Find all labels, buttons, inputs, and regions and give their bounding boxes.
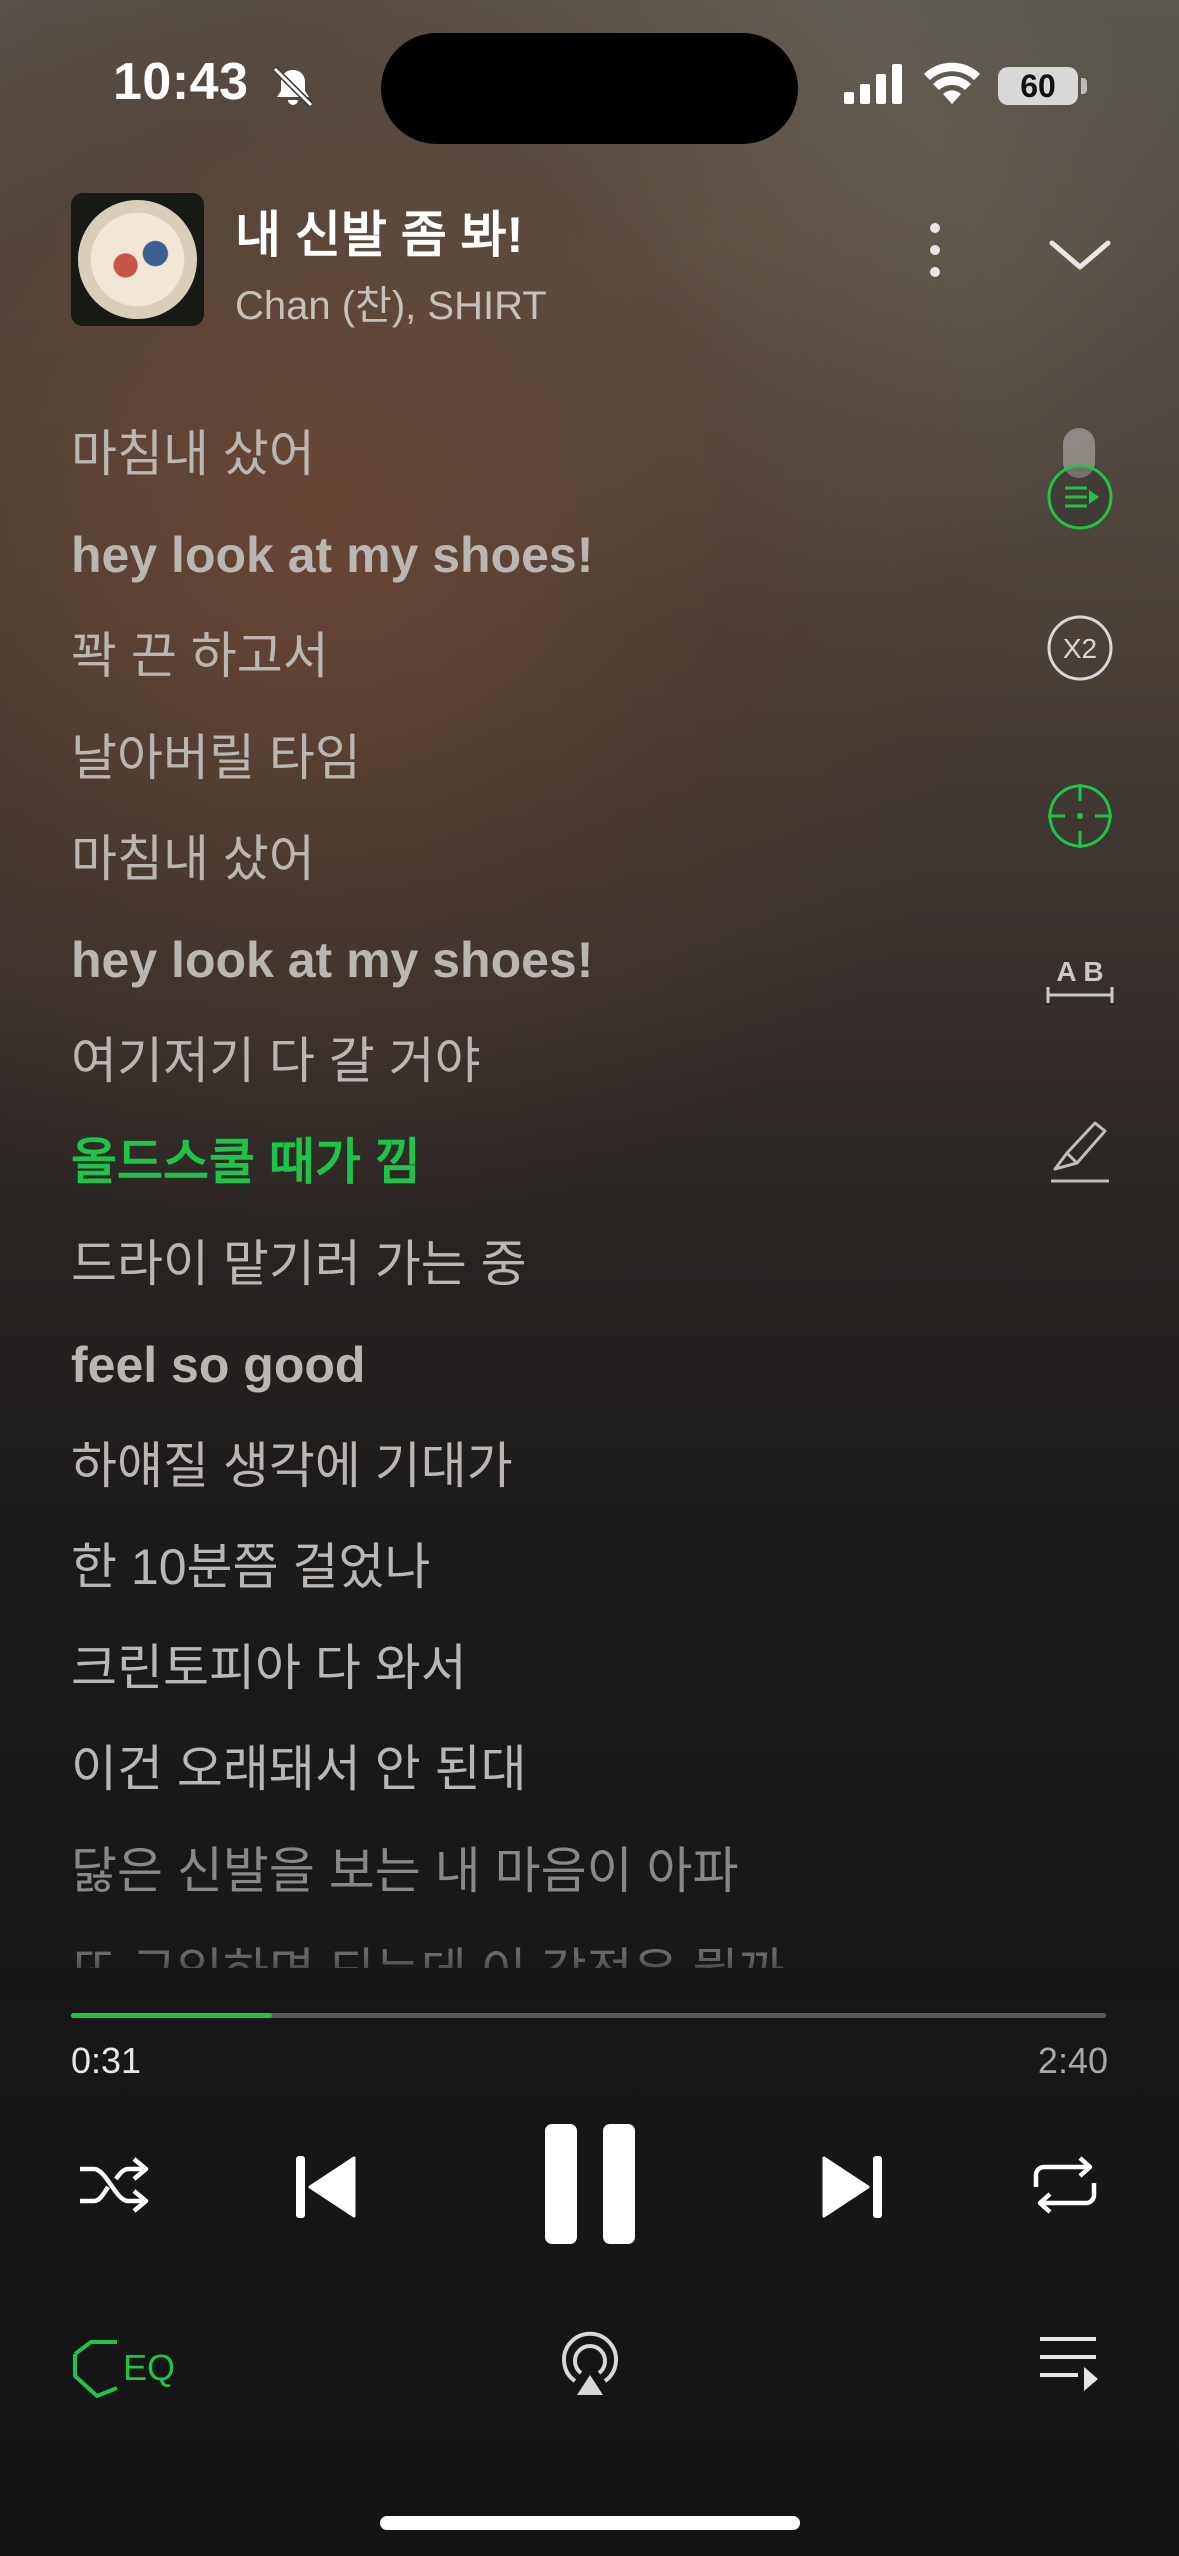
lyric-line[interactable]: 마침내 샀어	[71, 420, 971, 521]
translate-label: A B	[1056, 956, 1103, 987]
more-options-icon[interactable]	[910, 210, 960, 290]
battery-cap	[1081, 78, 1087, 94]
status-time: 10:43	[113, 53, 249, 111]
lyric-line[interactable]: 마침내 샀어	[71, 825, 971, 926]
dynamic-island	[381, 33, 798, 144]
pause-icon[interactable]	[545, 2124, 635, 2244]
shuffle-icon[interactable]	[76, 2155, 152, 2215]
next-track-icon[interactable]	[820, 2152, 884, 2222]
chevron-down-icon[interactable]	[1040, 225, 1120, 285]
playlist-queue-icon[interactable]	[1036, 2333, 1102, 2395]
lyric-line[interactable]: 한 10분쯤 걸었나	[71, 1533, 971, 1634]
previous-track-icon[interactable]	[294, 2152, 358, 2222]
lyrics-list[interactable]: 마침내 샀어 hey look at my shoes! 꽉 끈 하고서 날아버…	[71, 420, 971, 2039]
equalizer-button[interactable]: EQ	[71, 2330, 175, 2400]
speed-x2-icon[interactable]: X2	[1045, 613, 1115, 683]
speed-label: X2	[1063, 633, 1097, 664]
song-artist[interactable]: Chan (찬), SHIRT	[235, 273, 547, 331]
speaker-icon	[73, 2340, 118, 2398]
current-time: 0:31	[71, 2040, 142, 2081]
lyric-line[interactable]: 날아버릴 타임	[71, 724, 971, 825]
lyric-line[interactable]: hey look at my shoes!	[71, 521, 971, 622]
progress-fill	[71, 2013, 272, 2018]
lyric-line[interactable]: feel so good	[71, 1331, 971, 1432]
lyric-line-current[interactable]: 올드스쿨 때가 낌	[71, 1128, 971, 1229]
airplay-icon[interactable]	[555, 2327, 625, 2397]
home-indicator[interactable]	[380, 2516, 800, 2530]
wifi-icon	[924, 62, 980, 104]
duration: 2:40	[1037, 2040, 1108, 2081]
lyric-line[interactable]: 꽉 끈 하고서	[71, 622, 971, 723]
album-art[interactable]	[71, 193, 204, 326]
lyric-line[interactable]: 크린토피아 다 와서	[71, 1634, 971, 1735]
song-title: 내 신발 좀 봐!	[235, 207, 524, 263]
silent-mode-icon	[272, 66, 314, 108]
eq-label: EQ	[123, 2347, 176, 2388]
lyric-line[interactable]: hey look at my shoes!	[71, 926, 971, 1027]
lyric-line[interactable]: 드라이 맡기러 가는 중	[71, 1230, 971, 1331]
lyric-line[interactable]: 닳은 신발을 보는 내 마음이 아파	[71, 1837, 971, 1938]
lyric-line[interactable]: 하얘질 생각에 기대가	[71, 1432, 971, 1533]
translation-toggle-icon[interactable]: A B	[1045, 947, 1115, 1017]
cellular-signal-icon	[844, 64, 902, 104]
lyric-line[interactable]: 여기저기 다 갈 거야	[71, 1027, 971, 1128]
lyric-line[interactable]: 이건 오래돼서 안 된대	[71, 1735, 971, 1836]
highlighter-icon[interactable]	[1045, 1117, 1115, 1187]
lyrics-clip	[0, 1968, 1179, 1998]
repeat-icon[interactable]	[1030, 2155, 1100, 2215]
auto-scroll-icon[interactable]	[1045, 462, 1115, 532]
locate-current-line-icon[interactable]	[1045, 781, 1115, 851]
battery-level: 60	[998, 67, 1078, 105]
